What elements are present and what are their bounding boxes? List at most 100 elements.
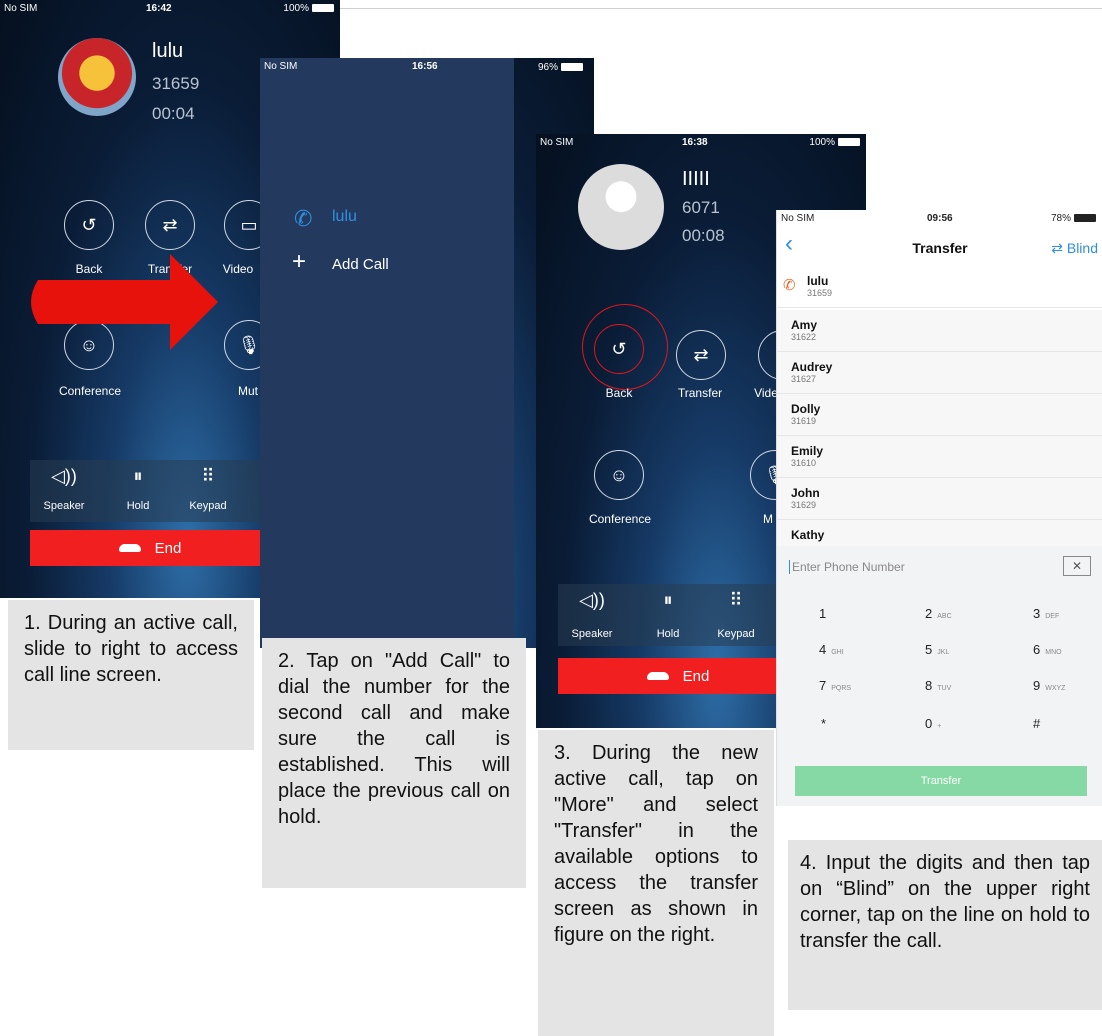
end-call-button[interactable]: End [558,658,798,694]
speaker-label: Speaker [43,500,85,512]
keypad-label: Keypad [717,628,755,640]
transfer-button[interactable]: ⇄ [676,330,726,380]
keypad-label: Keypad [189,500,227,512]
key-8[interactable]: 8 TUV [925,678,951,693]
carrier-label: No SIM [264,61,298,72]
phone-number-input[interactable]: Enter Phone Number [789,560,905,574]
hold-label: Hold [656,628,680,640]
battery-label: 78% [1050,213,1071,224]
caption-step-4: 4. Input the digits and then tap on “Bli… [788,840,1102,1010]
mute-icon: 🎙 [237,334,261,355]
contact-row[interactable]: John 31629 [777,478,1102,520]
conference-label: Conference [58,384,122,398]
key-5[interactable]: 5 JKL [925,642,949,657]
keypad-icon[interactable]: ⠿ [188,466,228,487]
battery-icon [1074,214,1096,222]
line-lulu[interactable]: lulu [332,208,357,226]
contact-row[interactable]: Amy 31622 [777,310,1102,352]
speaker-icon[interactable]: ◁)) [572,590,612,611]
held-call-row[interactable]: ✆ lulu 31659 [777,266,1102,308]
clock: 09:56 [927,213,953,224]
back-label: Back [605,386,633,400]
transfer-label: Transfer [677,386,723,400]
top-divider [340,8,1102,9]
speaker-label: Speaker [571,628,613,640]
add-call-button[interactable]: Add Call [332,256,389,273]
screen-2-call-lines: No SIM 16:56 ✆ lulu + Add Call [260,58,514,648]
blind-button[interactable]: ⇄ Blind [1051,240,1098,257]
caller-number: 6071 [682,198,720,217]
plus-icon: + [292,248,307,275]
caption-step-1: 1. During an active call, slide to right… [8,600,254,750]
keypad-icon[interactable]: ⠿ [716,590,756,611]
contact-name: Dolly [791,402,821,416]
blind-label: Blind [1066,240,1098,256]
key-6[interactable]: 6 MNO [1033,642,1062,657]
call-duration: 00:08 [682,226,725,245]
contact-number: 31622 [791,332,817,342]
swap-icon: ⇄ [1051,240,1067,256]
contact-row[interactable]: Dolly 31619 [777,394,1102,436]
clock: 16:38 [682,137,708,148]
video-icon: ▭ [240,214,258,235]
key-3[interactable]: 3 DEF [1033,606,1059,621]
mute-label: M [763,512,773,526]
conference-button[interactable]: ☺ [594,450,644,500]
key-1[interactable]: 1 [819,606,826,621]
caller-name: IIIII [682,168,710,190]
speaker-icon[interactable]: ◁)) [44,466,84,487]
slide-right-arrow [31,254,218,350]
key-hash[interactable]: # [1033,716,1040,731]
battery-label: 100% [809,137,835,148]
battery-icon [312,4,334,12]
hold-icon[interactable]: ⏸ [648,590,688,611]
hangup-icon [118,544,141,552]
clock: 16:56 [412,61,438,72]
key-4[interactable]: 4 GHI [819,642,844,657]
caption-step-2: 2. Tap on "Add Call" to dial the number … [262,638,526,888]
contact-name: Emily [791,444,824,458]
contact-row[interactable]: Audrey 31627 [777,352,1102,394]
transfer-icon: ⇄ [162,214,178,235]
battery-icon [561,63,584,71]
carrier-label: No SIM [781,213,815,224]
contact-number: 31619 [791,416,817,426]
contact-number: 31629 [791,500,817,510]
caller-name: lulu [152,40,184,62]
carrier-label: No SIM [540,137,574,148]
transfer-button[interactable]: ⇄ [145,200,195,250]
back-button[interactable]: ↺ [64,200,114,250]
battery-label: 100% [283,3,309,14]
key-0[interactable]: 0 + [925,716,941,731]
transfer-button[interactable]: Transfer [795,766,1087,796]
back-icon: ↺ [81,214,97,235]
held-call-number: 31659 [807,288,833,298]
hold-icon[interactable]: ⏸ [118,466,158,487]
contact-name: Audrey [791,360,833,374]
end-call-button[interactable]: End [30,530,270,566]
status-bar: No SIM 16:42 100% [0,0,340,18]
contact-row[interactable]: Emily 31610 [777,436,1102,478]
video-label: Video [222,262,254,276]
battery-icon [838,138,860,146]
contact-number: 31627 [791,374,817,384]
contact-number: 31610 [791,458,817,468]
hold-label: Hold [126,500,150,512]
phone-icon: ✆ [294,206,313,231]
contact-name: Amy [791,318,818,332]
backspace-icon[interactable]: ✕ [1063,556,1091,576]
back-button[interactable]: ↺ [594,324,644,374]
carrier-label: No SIM [4,3,38,14]
end-label: End [682,667,710,685]
held-call-name: lulu [807,274,829,288]
key-7[interactable]: 7 PQRS [819,678,851,693]
call-duration: 00:04 [152,104,195,123]
key-star[interactable]: * [821,716,826,731]
key-9[interactable]: 9 WXYZ [1033,678,1065,693]
contact-name: Kathy [791,528,825,542]
key-2[interactable]: 2 ABC [925,606,952,621]
caption-step-3: 3. During the new active call, tap on "M… [538,730,774,1036]
conference-label: Conference [588,512,652,526]
contact-row[interactable]: Kathy [777,520,1102,546]
screen-4-transfer: No SIM 09:56 78% ‹ Transfer ⇄ Blind ✆ lu… [776,210,1102,806]
